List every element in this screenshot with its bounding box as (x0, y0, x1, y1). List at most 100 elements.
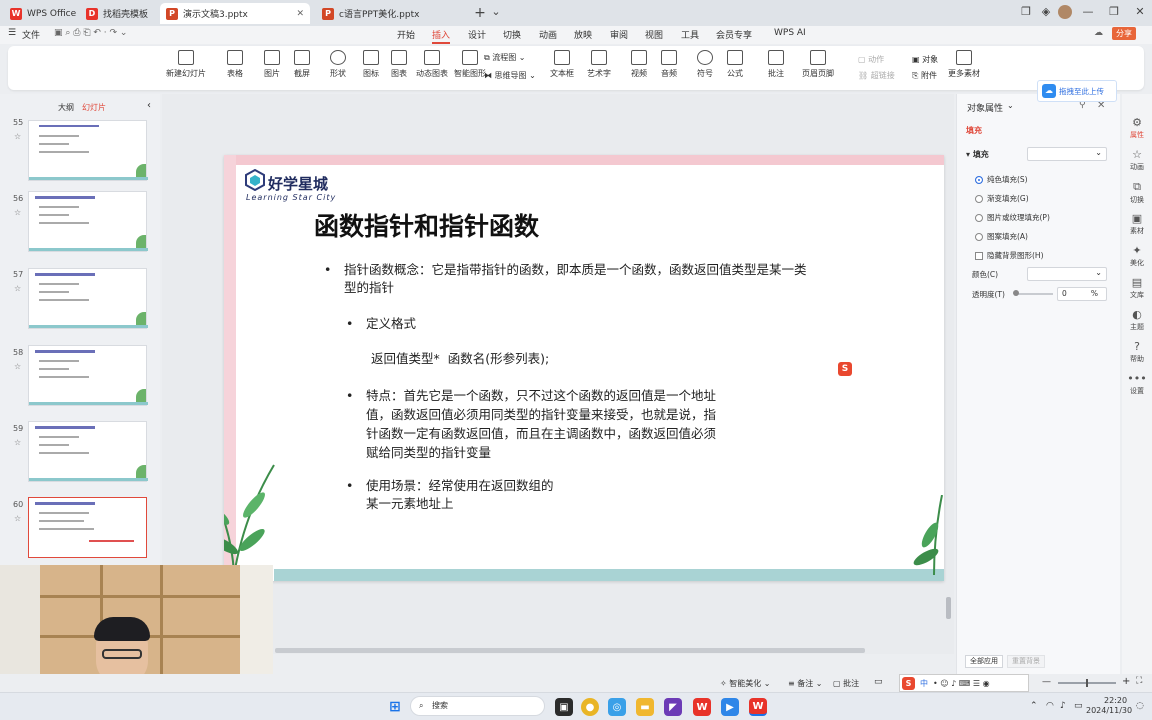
horizontal-scrollbar[interactable] (275, 648, 865, 653)
comments-button[interactable]: ▢ 批注 (833, 678, 859, 689)
comment-button[interactable]: 批注 (768, 50, 784, 79)
object-button[interactable]: ▣ 对象 (912, 54, 938, 65)
menu-wps-ai[interactable]: WPS AI (774, 28, 806, 38)
taskbar-search[interactable]: ⌕ 搜索 (410, 696, 545, 716)
slider-thumb[interactable] (1013, 290, 1019, 296)
picture-button[interactable]: 图片 (264, 50, 280, 79)
icon-button[interactable]: 图标 (363, 50, 379, 79)
battery-icon[interactable]: ▭ (1074, 701, 1083, 711)
reset-bg-button[interactable]: 重置背景 (1007, 655, 1045, 668)
table-button[interactable]: 表格 (227, 50, 243, 79)
fill-type-select[interactable]: ⌄ (1027, 147, 1107, 161)
skin-icon[interactable]: ◈ (1038, 5, 1054, 18)
maximize-icon[interactable]: ❐ (1106, 5, 1122, 18)
slide-title[interactable]: 函数指针和指针函数 (314, 207, 539, 243)
volume-icon[interactable]: ♪ (1060, 701, 1066, 711)
option-picture-fill[interactable]: 图片或纹理填充(P) (975, 212, 1050, 223)
color-select[interactable]: ⌄ (1027, 267, 1107, 281)
zoom-thumb[interactable] (1086, 679, 1088, 687)
textbox-button[interactable]: 文本框 (550, 50, 574, 79)
menu-member[interactable]: 会员专享 (716, 28, 752, 41)
slide-thumbnail[interactable] (28, 120, 148, 181)
menu-slideshow[interactable]: 放映 (574, 28, 592, 41)
tab-presentation3[interactable]: P 演示文稿3.pptx ✕ (160, 3, 310, 24)
settings-tab[interactable]: ••• 设置 (1122, 372, 1152, 396)
flowchart-button[interactable]: ⧉ 流程图 ⌄ (484, 52, 526, 63)
ime-toolbar[interactable]: S 中 • ☺ ♪ ⌨ ☰ ◉ (899, 674, 1029, 692)
clock-date[interactable]: 2024/11/30 (1086, 706, 1132, 715)
visual-studio-icon[interactable]: ◤ (664, 698, 682, 716)
chart-button[interactable]: 图表 (391, 50, 407, 79)
beautify-tab[interactable]: ✦ 美化 (1122, 244, 1152, 268)
share-button[interactable]: 分享 (1112, 27, 1136, 40)
symbol-button[interactable]: 符号 (697, 50, 713, 79)
hyperlink-button[interactable]: ⛓ 超链接 (858, 70, 895, 81)
wifi-icon[interactable]: ◠ (1046, 701, 1054, 711)
fill-section-header[interactable]: ▾ 填充 (966, 149, 989, 160)
tab-fill[interactable]: 填充 (966, 125, 982, 136)
slide-thumbnail[interactable] (28, 268, 148, 329)
upload-drop-zone[interactable]: ☁ 拖拽至此上传 (1037, 80, 1117, 102)
quick-access-icons[interactable]: ▣ ⌕ ⎙ ⎗ ↶ · ↷ ⌄ (54, 28, 127, 38)
transparency-slider[interactable] (1015, 293, 1053, 295)
new-tab-icon[interactable]: + (472, 5, 488, 21)
option-solid-fill[interactable]: 纯色填充(S) (975, 174, 1028, 185)
library-tab[interactable]: ▤ 文库 (1122, 276, 1152, 300)
tab-docer[interactable]: D 找稻壳模板 (80, 3, 154, 24)
mindmap-button[interactable]: ⧓ 思维导图 ⌄ (484, 70, 536, 81)
attachment-button[interactable]: ⎘ 附件 (912, 70, 937, 81)
menu-tools[interactable]: 工具 (681, 28, 699, 41)
menu-home[interactable]: 开始 (397, 28, 415, 41)
smart-beautify-button[interactable]: ✧ 智能美化 ⌄ (720, 678, 771, 689)
code-format[interactable]: 返回值类型* 函数名(形参列表); (371, 348, 549, 367)
option-pattern-fill[interactable]: 图案填充(A) (975, 231, 1028, 242)
dynamic-chart-button[interactable]: 动态图表 (416, 50, 448, 79)
chevron-down-icon[interactable]: ⌄ (1007, 101, 1014, 110)
shape-button[interactable]: 形状 (330, 50, 346, 79)
video-button[interactable]: 视频 (631, 50, 647, 79)
more-materials-button[interactable]: 更多素材 (948, 50, 980, 79)
action-button[interactable]: ▢ 动作 (858, 54, 884, 65)
hamburger-icon[interactable]: ☰ (8, 28, 16, 38)
smart-graphic-button[interactable]: 智能图形 (454, 50, 486, 79)
menu-transition[interactable]: 切换 (503, 28, 521, 41)
fit-icon[interactable]: ⛶ (1136, 676, 1142, 686)
formula-button[interactable]: 公式 (727, 50, 743, 79)
star-icon[interactable]: ☆ (14, 514, 21, 523)
menu-view[interactable]: 视图 (645, 28, 663, 41)
animation-tab[interactable]: ☆ 动画 (1122, 148, 1152, 172)
file-explorer-icon[interactable]: ▬ (636, 698, 654, 716)
theme-tab[interactable]: ◐ 主题 (1122, 308, 1152, 332)
audio-button[interactable]: 音频 (661, 50, 677, 79)
panel-title[interactable]: 对象属性 (967, 101, 1003, 114)
transparency-input[interactable]: 0 % (1057, 287, 1107, 301)
wordart-button[interactable]: 艺术字 (587, 50, 611, 79)
new-slide-button[interactable]: 新建幻灯片 (166, 50, 206, 79)
menu-file[interactable]: 文件 (22, 28, 40, 41)
zoom-out-icon[interactable]: — (1042, 677, 1051, 687)
sogou-ime-icon[interactable]: S (838, 362, 852, 376)
tab-slides[interactable]: 幻灯片 (82, 102, 106, 113)
cloud-icon[interactable]: ☁ (1094, 28, 1103, 38)
bullet-3[interactable]: • 特点：首先它是一个函数，只不过这个函数的返回值是一个地址 值，函数返回值必须… (346, 386, 776, 462)
clock-time[interactable]: 22:20 (1104, 696, 1127, 705)
chevron-down-icon[interactable]: ⌄ (488, 5, 504, 18)
header-footer-button[interactable]: 页眉页脚 (802, 50, 834, 79)
tray-chevron-icon[interactable]: ⌃ (1030, 701, 1038, 711)
wps-icon[interactable]: W (693, 698, 711, 716)
screenshot-button[interactable]: 截屏 (294, 50, 310, 79)
apply-all-button[interactable]: 全部应用 (965, 655, 1003, 668)
star-icon[interactable]: ☆ (14, 362, 21, 371)
help-tab[interactable]: ? 帮助 (1122, 340, 1152, 364)
minimize-icon[interactable]: — (1080, 5, 1096, 18)
slide-thumbnail[interactable] (28, 191, 148, 252)
close-window-icon[interactable]: ✕ (1132, 5, 1148, 18)
properties-tab[interactable]: ⚙ 属性 (1122, 116, 1152, 140)
tab-c-language-ppt[interactable]: P c语言PPT美化.pptx (316, 3, 464, 24)
bullet-4[interactable]: • 使用场景：经常使用在返回数组的 某一元素地址上 (346, 477, 554, 513)
feishu-icon[interactable]: ▶ (721, 698, 739, 716)
transition-tab[interactable]: ⧉ 切换 (1122, 180, 1152, 205)
menu-design[interactable]: 设计 (468, 28, 486, 41)
star-icon[interactable]: ☆ (14, 438, 21, 447)
menu-review[interactable]: 审阅 (610, 28, 628, 41)
